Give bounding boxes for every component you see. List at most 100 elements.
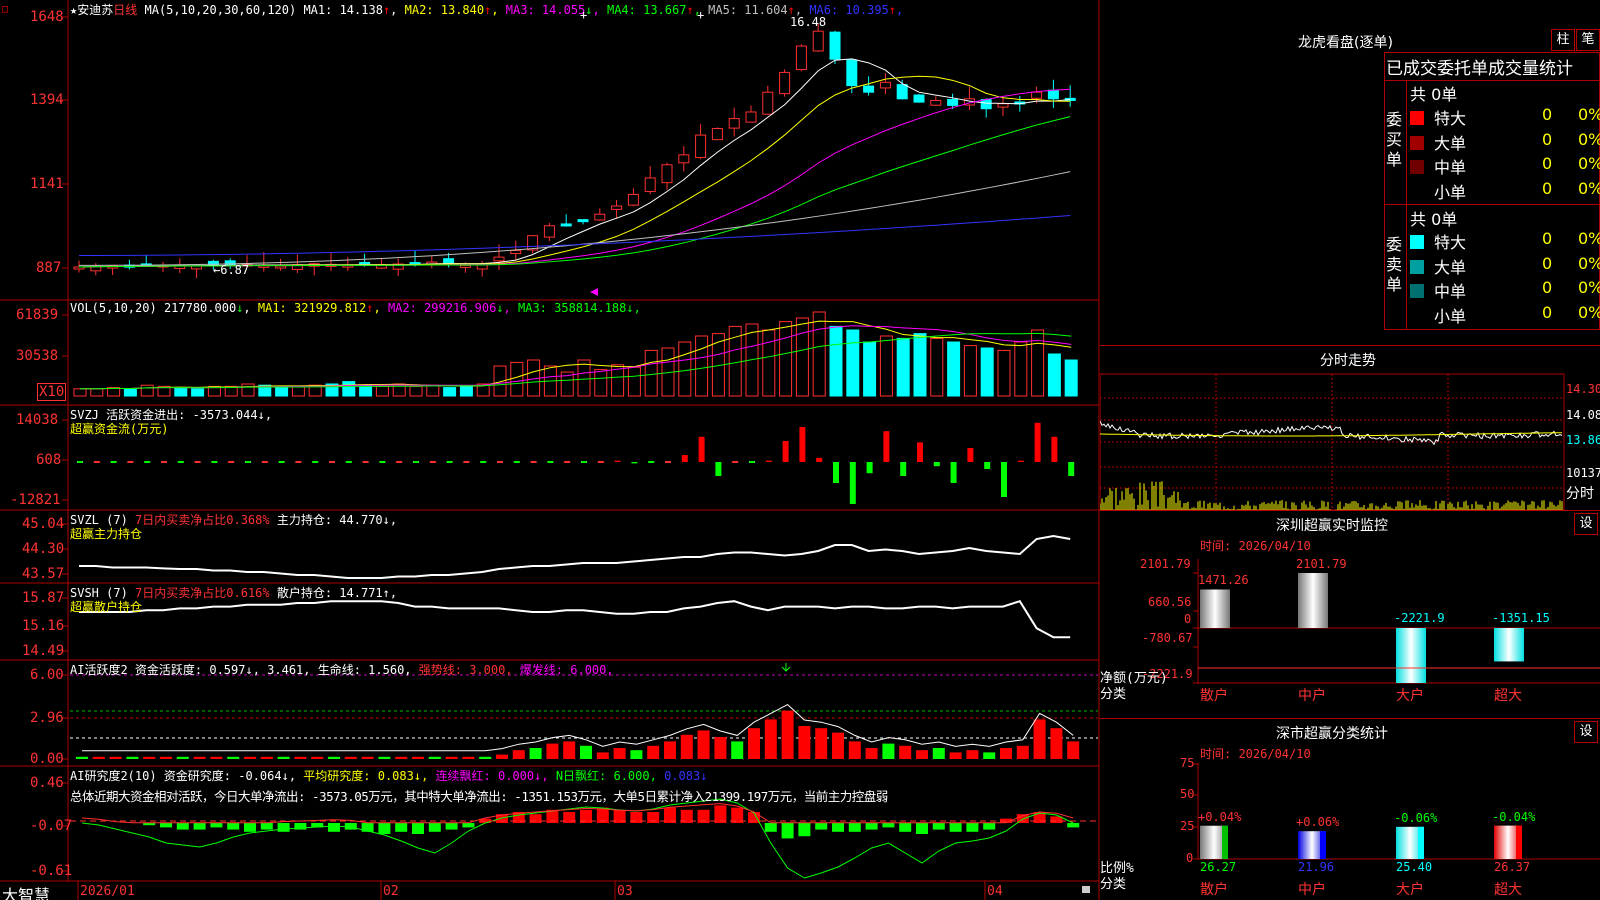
flow-bar	[93, 461, 100, 463]
svzj-axis-label: 608	[36, 452, 62, 468]
research-bar	[798, 823, 811, 837]
volume-bar	[762, 329, 776, 397]
flow-bar	[530, 461, 537, 463]
candle-body	[728, 118, 740, 129]
retail-holding-polyline	[79, 600, 1071, 639]
flow-bar	[581, 461, 587, 463]
ai-research-summary: 总体近期大资金相对活跃，今日大单净流出: -3573.05万元，其中特大单净流出…	[70, 789, 888, 804]
active-bar	[227, 756, 240, 759]
active-bar	[613, 748, 626, 759]
flow-bar	[1017, 460, 1024, 462]
crosshair-plus-icon: +	[580, 8, 588, 22]
flow-bar	[665, 461, 671, 463]
research-bar	[428, 823, 441, 832]
order-percent: 0%	[1578, 278, 1600, 297]
research-bar	[764, 823, 777, 832]
main-holding-polyline	[79, 534, 1071, 579]
active-bar	[1033, 719, 1046, 759]
dragon-tiger-title: 龙虎看盘(逐单)	[1298, 35, 1393, 51]
flow-bar	[329, 461, 335, 463]
active-bar	[916, 750, 928, 759]
volume-bar	[1047, 353, 1061, 397]
research-line	[81, 798, 1074, 879]
x-axis-ticks	[77, 881, 986, 900]
price-axis-label: 1394	[30, 92, 64, 108]
flow-bar	[950, 462, 957, 483]
order-count: 0	[1542, 229, 1553, 248]
window-menu-icon[interactable]: □	[2, 4, 8, 15]
sz-bar-超大	[1494, 628, 1524, 662]
flow-bar	[648, 461, 655, 463]
active-bar	[664, 741, 676, 759]
cls-category-label: 散户	[1200, 882, 1228, 898]
volume-bar	[90, 388, 104, 397]
retail-holding-line	[79, 600, 1071, 639]
research-bar	[815, 823, 828, 830]
volume-bar	[342, 381, 356, 397]
volume-bar	[443, 387, 457, 397]
active-bar	[445, 756, 458, 759]
sz-axis-label: 2101.79	[1140, 557, 1191, 571]
active-bar	[412, 756, 424, 759]
research-bar	[176, 823, 189, 830]
legend-swatch	[1410, 185, 1424, 199]
active-bar	[529, 748, 542, 759]
ai-active-axis-label: 2.96	[30, 710, 64, 726]
candle-body	[661, 164, 673, 184]
buy-orders-label: 委买单	[1386, 110, 1403, 169]
pen-mode-button[interactable]: 笔	[1576, 29, 1600, 51]
active-bar	[1000, 748, 1012, 759]
research-bar	[160, 823, 172, 828]
candle-body	[795, 45, 807, 71]
kline-chart-area[interactable]	[0, 0, 1100, 900]
order-count: 0	[1542, 129, 1553, 149]
candle-body	[543, 225, 555, 238]
volume-bar	[140, 384, 154, 397]
active-bar	[395, 756, 408, 759]
cls-axis-label: 0	[1186, 851, 1194, 865]
active-bar	[210, 756, 223, 759]
flow-bar	[211, 461, 218, 463]
candle-body	[829, 31, 841, 60]
cls-change-label: -0.06%	[1394, 810, 1438, 825]
active-bar	[92, 756, 105, 759]
flow-bar	[883, 431, 890, 462]
active-bar	[512, 750, 525, 759]
order-row: 中单 0 0%	[1410, 278, 1600, 302]
main-holding-line	[79, 534, 1071, 579]
ma-value-5: MA5: 11.604	[708, 3, 788, 17]
active-bar	[848, 741, 861, 759]
candle-body	[863, 85, 875, 93]
bar-mode-button[interactable]: 柱	[1551, 29, 1575, 51]
x-axis-label: 03	[617, 884, 633, 899]
flow-bar	[631, 462, 638, 464]
flow-bar	[1068, 462, 1075, 476]
legend-swatch	[1410, 135, 1424, 150]
flow-bar	[497, 461, 503, 463]
intraday-axis-label: 10137	[1566, 466, 1600, 480]
sz-category-label: 超大	[1494, 688, 1522, 704]
sz-class-panel: 深市超赢分类统计 设 时间: 2026/04/10 75 50 25 0 比例%…	[1100, 718, 1600, 900]
candle-body	[913, 94, 925, 103]
flow-bar	[564, 461, 571, 463]
volume-bar	[409, 385, 423, 397]
flow-bar	[866, 462, 873, 474]
x-axis-label: 02	[383, 884, 399, 899]
brand-logo: 大智慧	[2, 886, 51, 900]
flow-bar	[261, 461, 268, 463]
research-bar	[832, 823, 844, 832]
order-size-label: 大单	[1434, 133, 1467, 153]
flow-bar	[849, 462, 856, 504]
research-bar	[983, 823, 996, 830]
intraday-axis-label: 14.08	[1566, 408, 1600, 422]
volume-bar	[510, 361, 524, 397]
cls-bar-edge	[1222, 825, 1228, 859]
svzl-axis-label: 45.04	[22, 516, 65, 532]
flow-bar	[144, 461, 151, 463]
intraday-panel[interactable]: 分时走势 14.30 14.08 13.86 10137 分时	[1100, 345, 1600, 511]
cls-axis-label: 25	[1180, 819, 1195, 833]
flow-bar	[967, 448, 974, 462]
crosshair-plus-icon: +	[697, 8, 705, 22]
research-bar	[848, 823, 861, 832]
active-bar	[428, 756, 441, 759]
